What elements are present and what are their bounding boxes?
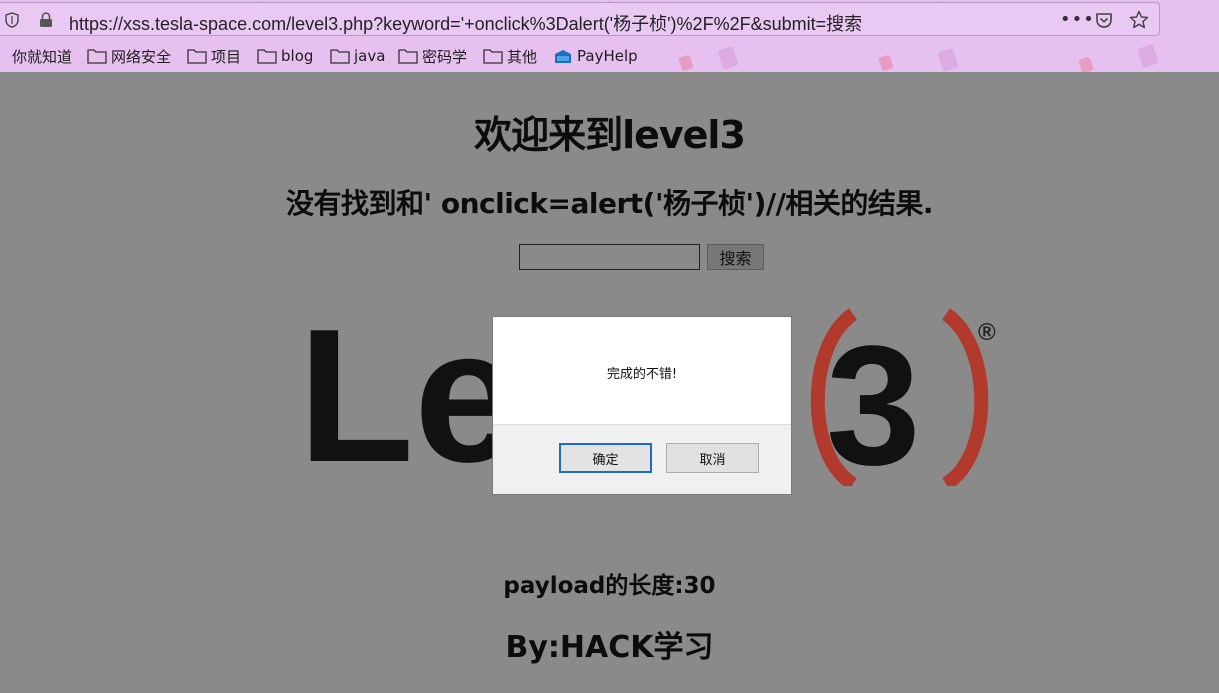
bookmark-label: 网络安全	[111, 47, 172, 66]
bookmark-label: 项目	[211, 47, 242, 66]
bookmark-folder[interactable]: blog	[257, 44, 313, 68]
address-bar[interactable]: https://xss.tesla-space.com/level3.php?k…	[0, 2, 1160, 36]
bookmark-link[interactable]: PayHelp	[553, 44, 638, 68]
logo-number: 3	[826, 311, 921, 486]
url-text[interactable]: https://xss.tesla-space.com/level3.php?k…	[69, 10, 862, 36]
search-result-message: 没有找到和' onclick=alert('杨子桢')//相关的结果.	[286, 187, 933, 220]
bookmark-star-icon[interactable]	[1129, 10, 1149, 30]
alert-dialog: 完成的不错! 确定 取消	[492, 316, 792, 495]
search-button[interactable]: 搜索	[707, 244, 764, 270]
dialog-message: 完成的不错!	[606, 367, 678, 382]
payhelp-icon	[555, 50, 571, 63]
bookmark-folder[interactable]: 网络安全	[87, 44, 171, 68]
browser-chrome: https://xss.tesla-space.com/level3.php?k…	[0, 0, 1219, 72]
shield-icon[interactable]	[5, 12, 19, 28]
cancel-button[interactable]: 取消	[666, 443, 759, 473]
registered-mark: ®	[978, 319, 996, 346]
bookmark-label: blog	[281, 47, 314, 65]
pocket-icon[interactable]	[1095, 12, 1113, 29]
page-title: 欢迎来到level3	[474, 113, 746, 157]
folder-icon	[330, 49, 350, 64]
bookmark-label: java	[354, 47, 386, 65]
folder-icon	[483, 49, 503, 64]
lock-icon[interactable]	[39, 12, 53, 28]
folder-icon	[187, 49, 207, 64]
bookmark-folder[interactable]: 项目	[187, 44, 241, 68]
bookmark-item[interactable]: 你就知道	[12, 44, 72, 68]
bookmark-folder[interactable]: 密码学	[398, 44, 467, 68]
folder-icon	[257, 49, 277, 64]
bookmark-label: PayHelp	[577, 47, 638, 65]
bookmark-label: 其他	[507, 47, 538, 66]
folder-icon	[398, 49, 418, 64]
author-credit: By:HACK学习	[505, 630, 714, 665]
bookmark-label: 密码学	[422, 47, 468, 66]
payload-length: payload的长度:30	[503, 573, 716, 599]
search-input[interactable]	[519, 244, 700, 270]
logo-right-paren	[941, 308, 989, 486]
ok-button[interactable]: 确定	[559, 443, 652, 473]
bookmarks-toolbar: 你就知道 网络安全 项目 blog java 密码学 其他 PayHelp	[0, 44, 1219, 68]
bookmark-folder[interactable]: java	[330, 44, 385, 68]
bookmark-folder[interactable]: 其他	[483, 44, 537, 68]
bookmark-label: 你就知道	[12, 47, 73, 66]
dialog-body: 完成的不错!	[493, 317, 791, 425]
page-actions-menu-icon[interactable]: •••	[1060, 9, 1095, 30]
folder-icon	[87, 49, 107, 64]
